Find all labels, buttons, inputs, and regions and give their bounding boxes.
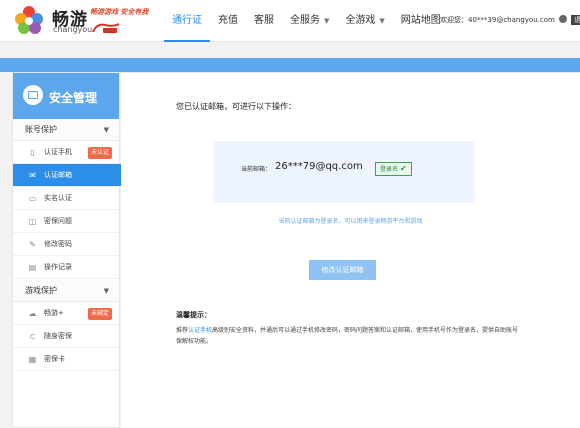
email-value: 26***79@qq.com — [275, 161, 363, 172]
verify-phone-link[interactable]: 认证手机 — [188, 327, 212, 334]
user-welcome: 欢迎您：40***39@changyou.com 退出 — [440, 15, 580, 25]
page-title: 您已认证邮箱，可进行以下操作： — [176, 102, 296, 111]
changyou-logo[interactable] — [12, 5, 47, 37]
chevron-down-icon: ▼ — [379, 17, 385, 25]
nav-passport[interactable]: 通行证 — [164, 0, 210, 42]
email-label: 当前邮箱： — [241, 166, 272, 173]
status-badge: 未绑定 — [88, 308, 113, 320]
tips-title: 温馨提示： — [176, 311, 211, 319]
account-name[interactable]: 40***39@changyou.com — [468, 16, 555, 24]
phone-icon: ▯ — [30, 148, 35, 157]
sidebar-item-change-password[interactable]: ✎ 修改密码 — [13, 233, 119, 256]
sidebar-item-changyou-plus[interactable]: ☁ 畅游+ 未绑定 — [13, 302, 119, 325]
email-card: 当前邮箱： 26***79@qq.com 登录名 ✔ — [213, 141, 475, 203]
sidebar-item-real-name[interactable]: ▭ 实名认证 — [13, 187, 119, 210]
sidebar-item-token[interactable]: ⊂ 随身密保 — [13, 325, 119, 348]
sidebar-title: 安全管理 — [49, 91, 98, 105]
logout-button[interactable]: 退出 — [571, 15, 580, 25]
grid-card-icon: ▦ — [28, 355, 37, 364]
login-name-badge: 登录名 ✔ — [375, 162, 412, 176]
token-icon: ⊂ — [29, 332, 36, 341]
sidebar-section-game[interactable]: 游戏保护 ▼ — [13, 280, 119, 302]
id-card-icon: ▭ — [28, 194, 37, 203]
changyou-plus-logo — [92, 23, 120, 33]
sidebar-section-account[interactable]: 账号保护 ▼ — [13, 119, 119, 141]
status-badge: 未认证 — [88, 147, 113, 159]
main-nav: 通行证 充值 客服 全服务 ▼ 全游戏 ▼ 网站地图 — [164, 0, 449, 42]
chevron-down-icon: ▼ — [324, 17, 330, 25]
chevron-down-icon: ▼ — [103, 287, 109, 295]
slogan: 畅游游戏 安全有我 — [90, 8, 149, 16]
top-header: 畅游 changyou 畅游游戏 安全有我 通行证 充值 客服 全服务 ▼ 全游戏… — [0, 0, 580, 42]
sidebar-header: 安全管理 — [13, 73, 119, 119]
question-icon: ◫ — [28, 217, 37, 226]
brand-name-en: changyou — [53, 25, 93, 34]
nav-support[interactable]: 客服 — [246, 0, 282, 42]
nav-recharge[interactable]: 充值 — [210, 0, 246, 42]
pencil-icon: ✎ — [29, 240, 36, 249]
sidebar-item-security-question[interactable]: ◫ 密保问题 — [13, 210, 119, 233]
mail-icon: ✉ — [29, 171, 36, 180]
nav-all-games[interactable]: 全游戏 ▼ — [337, 0, 392, 42]
sidebar: 安全管理 账号保护 ▼ ▯ 认证手机 未认证 ✉ 认证邮箱 ▭ 实名认证 ◫ 密保… — [12, 72, 133, 428]
tips-body: 推荐认证手机高级别安全资料，并通后可以通过手机修改密码，密码问题答案和认证邮箱，… — [176, 327, 519, 345]
chevron-down-icon: ▼ — [103, 126, 109, 134]
main-panel: 您已认证邮箱，可进行以下操作： 当前邮箱： 26***79@qq.com 登录名… — [121, 72, 580, 428]
sidebar-item-security-card[interactable]: ▦ 密保卡 — [13, 348, 119, 371]
record-icon: ▤ — [28, 263, 37, 272]
nav-all-services[interactable]: 全服务 ▼ — [282, 0, 337, 42]
modify-email-button[interactable]: 修改认证邮箱 — [309, 260, 376, 280]
check-icon: ✔ — [400, 164, 407, 173]
sidebar-item-verify-phone[interactable]: ▯ 认证手机 未认证 — [13, 141, 119, 164]
sidebar-item-operation-log[interactable]: ▤ 操作记录 — [13, 256, 119, 279]
sidebar-item-verify-email[interactable]: ✉ 认证邮箱 — [13, 164, 133, 187]
email-hint: 当前认证邮箱为登录名，可以用来登录畅游平台和游戏 — [278, 218, 423, 225]
settings-icon[interactable] — [559, 15, 568, 23]
security-icon — [23, 85, 43, 105]
header-band — [0, 58, 580, 72]
changyou-plus-icon: ☁ — [28, 309, 37, 318]
